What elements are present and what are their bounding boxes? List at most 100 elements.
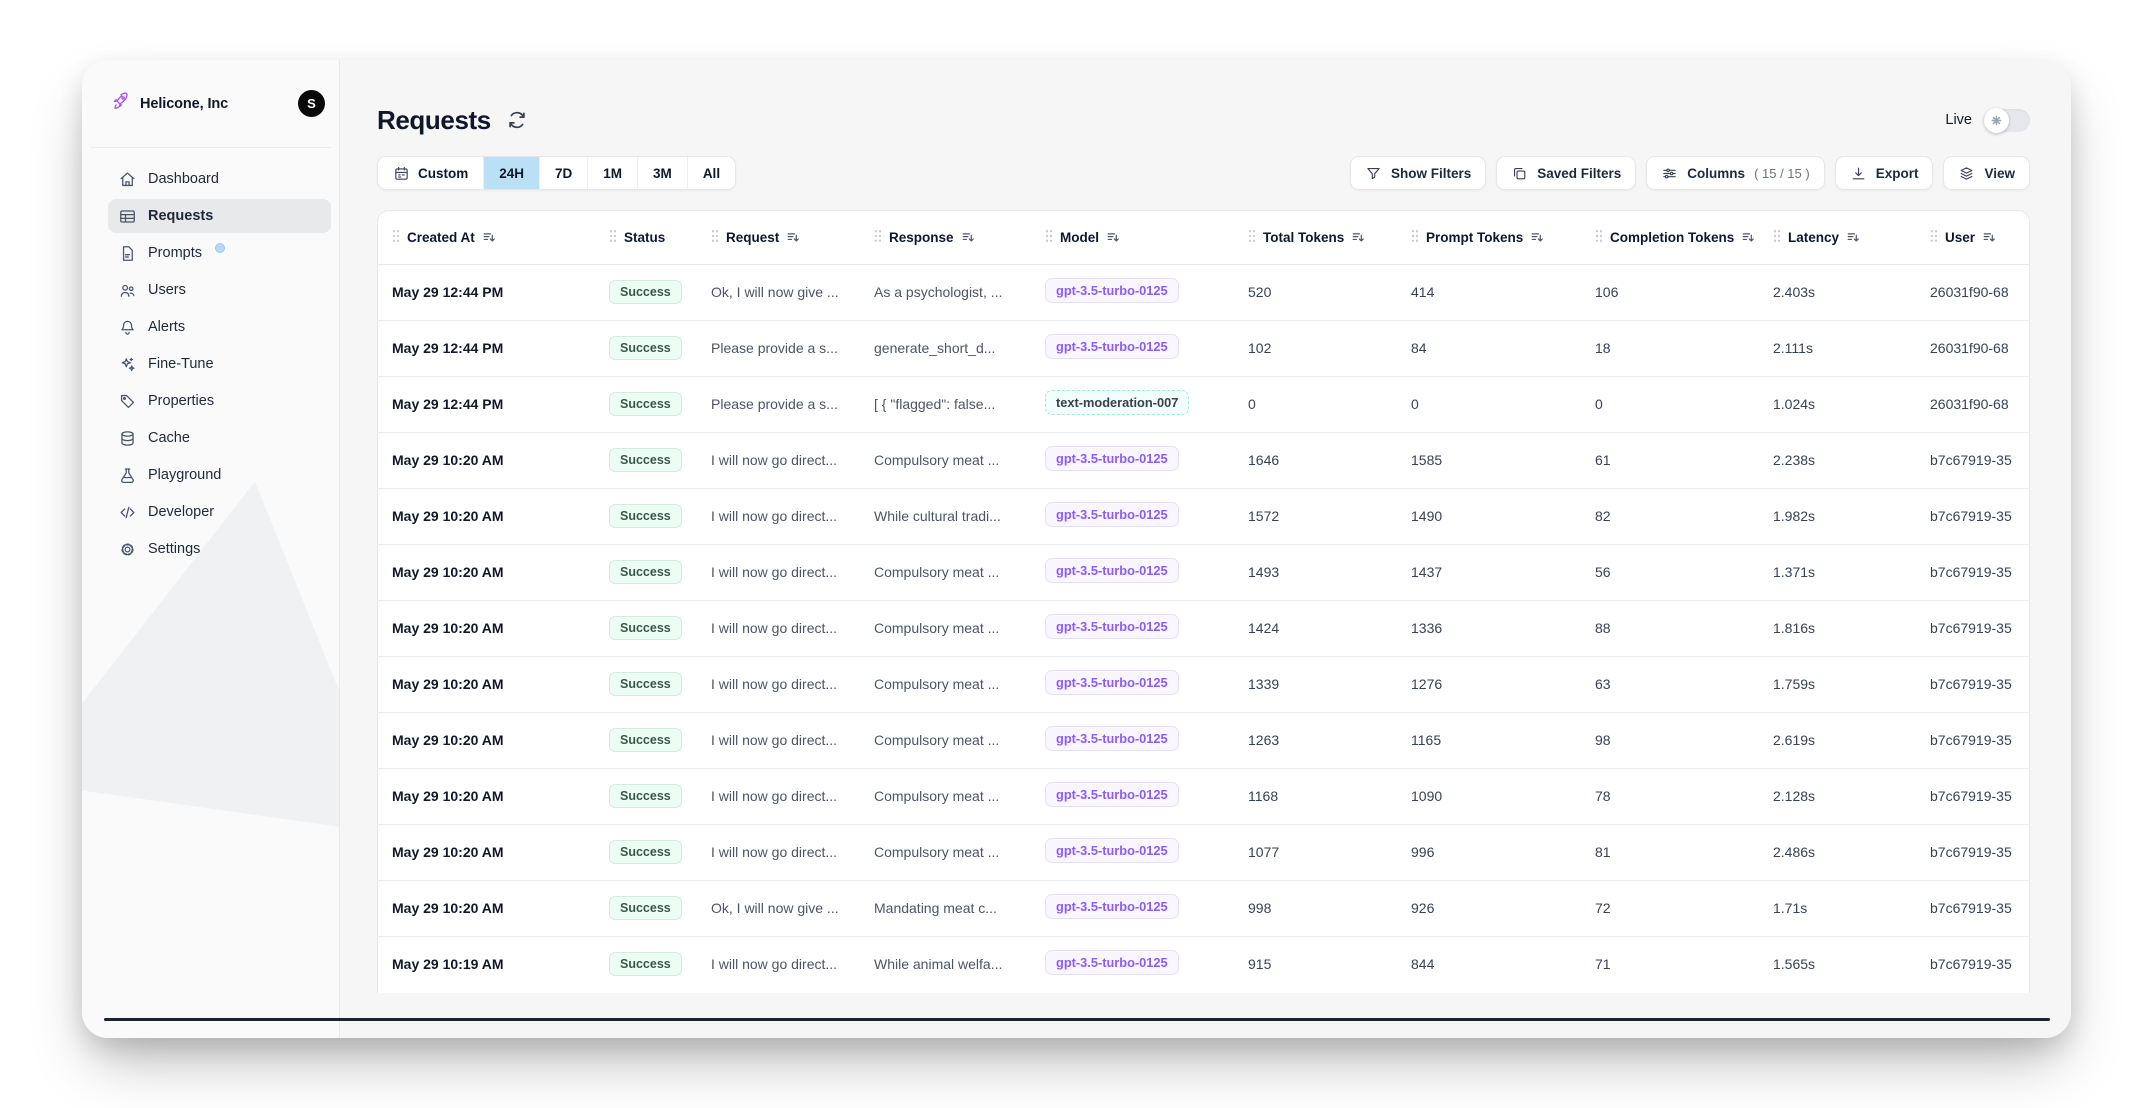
cell-model: gpt-3.5-turbo-0125 — [1031, 768, 1234, 824]
cell-total-tokens: 1077 — [1234, 824, 1397, 880]
cell-latency: 2.111s — [1759, 320, 1916, 376]
table-row[interactable]: May 29 10:20 AMSuccessI will now go dire… — [378, 488, 2029, 544]
sort-icon[interactable] — [1530, 230, 1544, 244]
requests-table: Created AtStatusRequestResponseModelTota… — [378, 211, 2029, 992]
sort-icon[interactable] — [1351, 230, 1365, 244]
table-row[interactable]: May 29 10:20 AMSuccessI will now go dire… — [378, 656, 2029, 712]
sidebar-item-prompts[interactable]: Prompts — [108, 236, 331, 270]
show-filters-button[interactable]: Show Filters — [1350, 156, 1486, 190]
cell-completion-tokens: 0 — [1581, 376, 1759, 432]
avatar[interactable]: S — [298, 90, 325, 117]
sort-icon[interactable] — [1846, 230, 1860, 244]
time-range-custom[interactable]: Custom — [378, 157, 483, 189]
table-row[interactable]: May 29 10:20 AMSuccessI will now go dire… — [378, 712, 2029, 768]
column-header-created-at[interactable]: Created At — [378, 211, 595, 264]
drag-handle-icon[interactable] — [1773, 229, 1781, 246]
view-button[interactable]: View — [1943, 156, 2030, 190]
saved-filters-button[interactable]: Saved Filters — [1496, 156, 1636, 190]
table-row[interactable]: May 29 12:44 PMSuccessPlease provide a s… — [378, 376, 2029, 432]
sidebar-item-label: Alerts — [148, 319, 185, 335]
time-range-7d[interactable]: 7D — [539, 157, 587, 189]
cell-response: While cultural tradi... — [860, 488, 1031, 544]
cell-request: I will now go direct... — [697, 544, 860, 600]
drag-handle-icon[interactable] — [874, 229, 882, 246]
sidebar-item-dashboard[interactable]: Dashboard — [108, 162, 331, 196]
sidebar-item-label: Prompts — [148, 245, 202, 261]
table-row[interactable]: May 29 10:20 AMSuccessI will now go dire… — [378, 600, 2029, 656]
sidebar-item-alerts[interactable]: Alerts — [108, 310, 331, 344]
table-row[interactable]: May 29 10:20 AMSuccessI will now go dire… — [378, 768, 2029, 824]
drag-handle-icon[interactable] — [1411, 229, 1419, 246]
app-window: Helicone, Inc S DashboardRequests Prompts… — [82, 60, 2071, 1038]
column-header-user[interactable]: User — [1916, 211, 2029, 264]
cell-user: b7c67919-35 — [1916, 936, 2029, 992]
sidebar-item-settings[interactable]: Settings — [108, 532, 331, 566]
sidebar-item-properties[interactable]: Properties — [108, 384, 331, 418]
table-row[interactable]: May 29 12:44 PMSuccessPlease provide a s… — [378, 320, 2029, 376]
table-row[interactable]: May 29 10:20 AMSuccessI will now go dire… — [378, 544, 2029, 600]
cell-completion-tokens: 71 — [1581, 936, 1759, 992]
status-badge: Success — [609, 448, 682, 472]
time-range-24h[interactable]: 24H — [483, 157, 539, 189]
status-badge: Success — [609, 392, 682, 416]
cell-prompt-tokens: 1336 — [1397, 600, 1581, 656]
sort-icon[interactable] — [1106, 230, 1120, 244]
status-badge: Success — [609, 560, 682, 584]
table-row[interactable]: May 29 10:19 AMSuccessI will now go dire… — [378, 936, 2029, 992]
drag-handle-icon[interactable] — [392, 229, 400, 246]
drag-handle-icon[interactable] — [1045, 229, 1053, 246]
model-badge: text-moderation-007 — [1045, 390, 1189, 415]
cell-completion-tokens: 18 — [1581, 320, 1759, 376]
column-header-latency[interactable]: Latency — [1759, 211, 1916, 264]
sidebar-item-cache[interactable]: Cache — [108, 421, 331, 455]
time-range-all[interactable]: All — [687, 157, 735, 189]
cell-completion-tokens: 63 — [1581, 656, 1759, 712]
cell-response: Compulsory meat ... — [860, 600, 1031, 656]
time-range-3m[interactable]: 3M — [637, 157, 687, 189]
sort-icon[interactable] — [786, 230, 800, 244]
bell-icon — [118, 318, 137, 337]
drag-handle-icon[interactable] — [1595, 229, 1603, 246]
org-switcher[interactable]: Helicone, Inc S — [90, 60, 331, 148]
rocket-icon — [110, 91, 130, 116]
table-row[interactable]: May 29 12:44 PMSuccessOk, I will now giv… — [378, 264, 2029, 320]
live-toggle[interactable] — [1984, 109, 2030, 132]
sidebar-item-developer[interactable]: Developer — [108, 495, 331, 529]
sidebar-item-users[interactable]: Users — [108, 273, 331, 307]
cell-request: Ok, I will now give ... — [697, 264, 860, 320]
toolbar: Custom 24H7D1M3MAll Show Filters Saved F… — [377, 156, 2030, 190]
drag-handle-icon[interactable] — [1248, 229, 1256, 246]
column-header-response[interactable]: Response — [860, 211, 1031, 264]
drag-handle-icon[interactable] — [1930, 229, 1938, 246]
sort-icon[interactable] — [482, 230, 496, 244]
refresh-icon[interactable] — [506, 109, 528, 131]
column-header-completion-tokens[interactable]: Completion Tokens — [1581, 211, 1759, 264]
column-label: User — [1945, 230, 1975, 245]
table-row[interactable]: May 29 10:20 AMSuccessI will now go dire… — [378, 432, 2029, 488]
export-button[interactable]: Export — [1835, 156, 1934, 190]
page-header: Requests Live — [377, 98, 2030, 142]
column-header-model[interactable]: Model — [1031, 211, 1234, 264]
sort-icon[interactable] — [1741, 230, 1755, 244]
model-badge: gpt-3.5-turbo-0125 — [1045, 502, 1179, 527]
cell-created-at: May 29 10:20 AM — [378, 824, 595, 880]
column-header-total-tokens[interactable]: Total Tokens — [1234, 211, 1397, 264]
sidebar-item-fine-tune[interactable]: Fine-Tune — [108, 347, 331, 381]
horizontal-scrollbar[interactable] — [104, 1018, 2050, 1021]
drag-handle-icon[interactable] — [609, 229, 617, 246]
column-header-request[interactable]: Request — [697, 211, 860, 264]
column-header-prompt-tokens[interactable]: Prompt Tokens — [1397, 211, 1581, 264]
sort-icon[interactable] — [1982, 230, 1996, 244]
table-row[interactable]: May 29 10:20 AMSuccessOk, I will now giv… — [378, 880, 2029, 936]
drag-handle-icon[interactable] — [711, 229, 719, 246]
sort-icon[interactable] — [961, 230, 975, 244]
column-header-status: Status — [595, 211, 697, 264]
sidebar-item-playground[interactable]: Playground — [108, 458, 331, 492]
time-range-1m[interactable]: 1M — [587, 157, 637, 189]
columns-button[interactable]: Columns ( 15 / 15 ) — [1646, 156, 1824, 190]
table-row[interactable]: May 29 10:20 AMSuccessI will now go dire… — [378, 824, 2029, 880]
cell-user: b7c67919-35 — [1916, 880, 2029, 936]
live-toggle-knob — [1984, 108, 2009, 133]
sidebar-item-requests[interactable]: Requests — [108, 199, 331, 233]
cell-completion-tokens: 82 — [1581, 488, 1759, 544]
